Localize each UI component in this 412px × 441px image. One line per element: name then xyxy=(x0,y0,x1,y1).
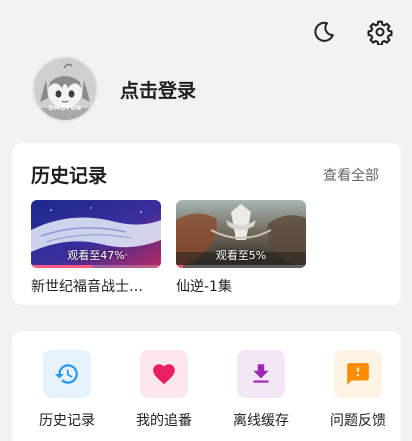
history-icon xyxy=(43,350,91,398)
history-header: 历史记录 查看全部 xyxy=(31,161,379,188)
menu-item-history[interactable]: 历史记录 xyxy=(38,350,96,430)
heart-icon xyxy=(140,350,188,398)
quick-menu-card: 历史记录 我的追番 离线缓存 问题反馈 xyxy=(12,331,401,441)
feedback-icon xyxy=(334,350,382,398)
profile-section: OMOFUN 点击登录 xyxy=(32,56,196,122)
history-item[interactable]: 观看至47% 新世纪福音战士… xyxy=(31,200,161,296)
gear-icon[interactable] xyxy=(366,18,394,46)
menu-item-offline-cache[interactable]: 离线缓存 xyxy=(232,350,290,430)
watch-progress-label: 观看至5% xyxy=(215,249,267,262)
history-item-title: 新世纪福音战士… xyxy=(31,279,143,295)
history-item-title: 仙逆-1集 xyxy=(176,279,232,295)
top-toolbar xyxy=(310,18,394,46)
history-title: 历史记录 xyxy=(31,165,108,187)
menu-label: 历史记录 xyxy=(39,413,95,429)
quick-menu: 历史记录 我的追番 离线缓存 问题反馈 xyxy=(38,350,387,430)
menu-label: 问题反馈 xyxy=(330,413,386,429)
watch-progress-bar xyxy=(176,265,306,268)
see-all-link[interactable]: 查看全部 xyxy=(323,165,379,185)
moon-icon[interactable] xyxy=(310,18,338,46)
menu-item-feedback[interactable]: 问题反馈 xyxy=(329,350,387,430)
watch-progress-label: 观看至47% xyxy=(67,249,125,262)
history-item[interactable]: 观看至5% 仙逆-1集 xyxy=(176,200,306,296)
history-thumbnail: 观看至5% xyxy=(176,200,306,268)
avatar-brand-text: OMOFUN xyxy=(48,105,82,112)
menu-item-following[interactable]: 我的追番 xyxy=(135,350,193,430)
watch-progress-bar xyxy=(31,265,161,268)
history-thumbnail: 观看至47% xyxy=(31,200,161,268)
login-link[interactable]: 点击登录 xyxy=(120,76,196,103)
menu-label: 离线缓存 xyxy=(233,413,289,429)
download-icon xyxy=(237,350,285,398)
history-card: 历史记录 查看全部 观看至47% 新世纪福音战士… 观看至5% 仙逆-1集 xyxy=(12,143,401,305)
avatar[interactable]: OMOFUN xyxy=(32,56,98,122)
history-list: 观看至47% 新世纪福音战士… 观看至5% 仙逆-1集 xyxy=(31,200,306,296)
menu-label: 我的追番 xyxy=(136,413,192,429)
